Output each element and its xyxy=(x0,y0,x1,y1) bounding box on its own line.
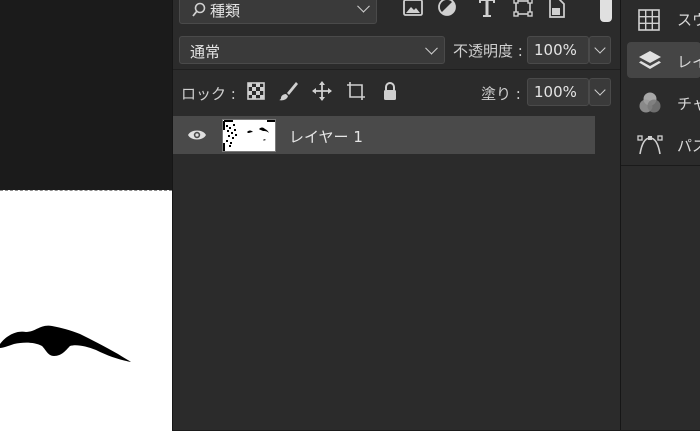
lock-transparent-icon[interactable] xyxy=(245,80,267,102)
dock-item-label: スウ xyxy=(677,11,700,29)
search-icon xyxy=(192,2,206,17)
shape-filter-icon[interactable] xyxy=(511,0,535,20)
fill-input[interactable]: 100% xyxy=(527,78,589,106)
document-canvas[interactable] xyxy=(0,0,172,431)
dock-divider xyxy=(621,165,700,166)
lock-row: ロック : 塗り : 100% xyxy=(173,72,621,112)
chevron-down-icon xyxy=(594,42,606,54)
kind-filter-value: 種類 xyxy=(210,2,241,20)
opacity-label: 不透明度 : xyxy=(453,42,523,60)
bird-silhouette xyxy=(0,325,131,362)
chevron-down-icon xyxy=(357,0,370,13)
fill-label: 塗り : xyxy=(481,85,521,103)
blend-mode-value: 通常 xyxy=(190,43,221,61)
smart-object-filter-icon[interactable] xyxy=(545,0,569,20)
opacity-input[interactable]: 100% xyxy=(527,36,589,64)
panel-dock: スウ レイ チャ パス xyxy=(620,0,700,430)
eye-visibility-icon[interactable] xyxy=(187,128,207,142)
dock-item-layers[interactable]: レイ xyxy=(627,42,700,78)
layer-thumbnail[interactable] xyxy=(222,119,276,152)
dock-item-label: レイ xyxy=(677,53,700,71)
lock-position-icon[interactable] xyxy=(311,80,333,102)
chevron-down-icon xyxy=(425,41,438,55)
lock-artboard-icon[interactable] xyxy=(345,80,367,102)
dock-item-swatches[interactable]: スウ xyxy=(621,0,700,36)
paths-icon xyxy=(637,135,663,155)
layer-row[interactable]: レイヤー 1 xyxy=(173,116,595,154)
dock-item-paths[interactable]: パス xyxy=(621,126,700,162)
lock-image-icon[interactable] xyxy=(277,80,299,102)
fill-dropdown-button[interactable] xyxy=(589,78,611,106)
layer-name[interactable]: レイヤー 1 xyxy=(289,126,363,147)
lock-label: ロック : xyxy=(181,85,236,103)
lock-all-icon[interactable] xyxy=(379,80,401,102)
channels-icon xyxy=(639,92,661,113)
layers-icon xyxy=(639,51,661,69)
swatches-icon xyxy=(638,9,660,31)
filter-row: 種類 xyxy=(173,0,621,30)
opacity-dropdown-button[interactable] xyxy=(589,36,611,64)
blend-mode-dropdown[interactable]: 通常 xyxy=(179,36,445,64)
adjustment-filter-icon[interactable] xyxy=(435,0,459,20)
chevron-down-icon xyxy=(594,84,606,96)
kind-filter-dropdown[interactable]: 種類 xyxy=(179,0,377,24)
dock-item-label: チャ xyxy=(677,95,700,113)
image-filter-icon[interactable] xyxy=(401,0,425,20)
dock-item-channels[interactable]: チャ xyxy=(621,84,700,120)
scrollbar-thumb[interactable] xyxy=(598,0,614,24)
fill-value: 100% xyxy=(534,83,577,101)
layers-panel: 種類 通常 不透明度 : 100% ロック: 塗り: 100% レイヤー 1 xyxy=(172,0,621,430)
opacity-value: 100% xyxy=(534,41,577,59)
type-filter-icon[interactable] xyxy=(475,0,499,20)
layer-thumbnail-image xyxy=(223,120,275,151)
blend-row: 通常 不透明度 : 100% xyxy=(173,30,621,70)
dock-item-label: パス xyxy=(677,137,700,155)
